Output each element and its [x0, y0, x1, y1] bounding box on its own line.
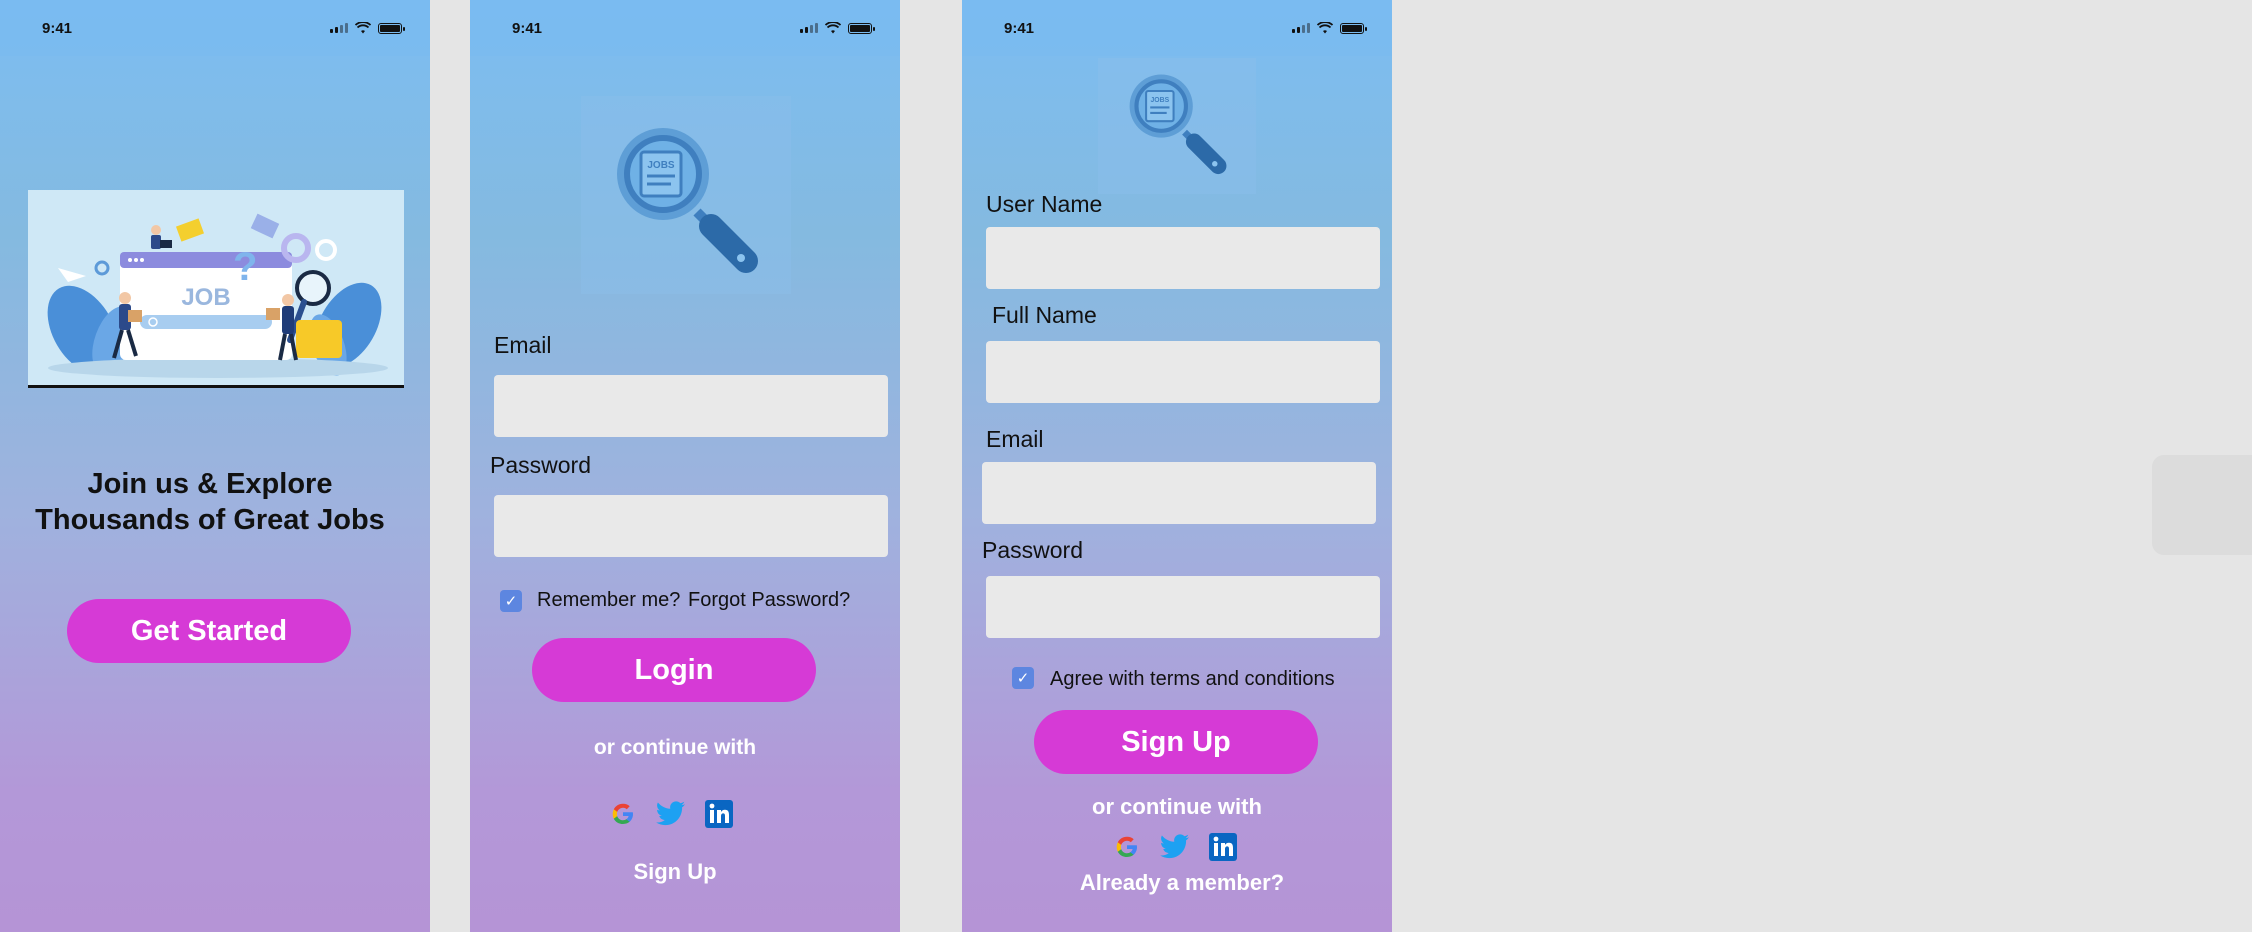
- email-label: Email: [494, 332, 552, 358]
- continue-with-text: or continue with: [1092, 794, 1262, 819]
- wifi-icon: [825, 22, 841, 34]
- google-icon[interactable]: [1112, 832, 1142, 862]
- headline-line-1: Join us & Explore: [87, 468, 333, 500]
- battery-icon: [378, 22, 405, 34]
- hero-illustration: JOB ?: [28, 190, 404, 388]
- headline-line-2: Thousands of Great Jobs: [35, 504, 385, 536]
- svg-text:?: ?: [233, 245, 257, 289]
- social-login-row: [1112, 832, 1238, 862]
- signal-icon: [1292, 23, 1310, 33]
- status-icons: [800, 22, 875, 34]
- get-started-button[interactable]: Get Started: [67, 599, 351, 663]
- status-icons: [1292, 22, 1367, 34]
- username-field[interactable]: [986, 227, 1380, 289]
- status-icons: [330, 22, 405, 34]
- signal-icon: [330, 23, 348, 33]
- status-bar: 9:41: [0, 0, 430, 56]
- battery-icon: [848, 22, 875, 34]
- logo-text: JOBS: [1150, 97, 1169, 104]
- magnifier-icon: JOBS: [617, 128, 758, 273]
- status-time: 9:41: [1004, 19, 1035, 37]
- app-logo: JOBS: [581, 96, 791, 294]
- password-field[interactable]: [986, 576, 1380, 638]
- checkmark-icon: ✓: [504, 593, 518, 610]
- signup-button[interactable]: Sign Up: [1034, 710, 1318, 774]
- password-label: Password: [490, 452, 591, 478]
- agree-checkbox[interactable]: ✓: [1012, 667, 1034, 689]
- email-label: Email: [986, 426, 1044, 452]
- password-label: Password: [982, 537, 1083, 563]
- onboarding-headline: Join us & Explore Thousands of Great Job…: [0, 466, 420, 538]
- remember-label: Remember me?: [537, 589, 681, 611]
- twitter-icon[interactable]: [1160, 832, 1190, 862]
- username-label: User Name: [986, 191, 1103, 217]
- already-member-link[interactable]: Already a member?: [962, 870, 1392, 896]
- magnifier-icon: JOBS: [1129, 74, 1227, 175]
- signal-icon: [800, 23, 818, 33]
- app-logo: JOBS: [1098, 58, 1256, 194]
- onboarding-screen: 9:41 JOB ? Join us & Explore Thousands o…: [0, 0, 430, 932]
- battery-icon: [1340, 22, 1367, 34]
- fullname-field[interactable]: [986, 341, 1380, 403]
- signup-link[interactable]: Sign Up: [470, 859, 880, 885]
- twitter-icon[interactable]: [656, 799, 686, 829]
- linkedin-icon[interactable]: [1208, 832, 1238, 862]
- hero-job-label: JOB: [181, 284, 230, 311]
- logo-text: JOBS: [647, 160, 675, 171]
- password-field[interactable]: [494, 495, 888, 557]
- wifi-icon: [355, 22, 371, 34]
- fullname-label: Full Name: [992, 302, 1097, 328]
- status-time: 9:41: [42, 19, 73, 37]
- status-bar: 9:41: [470, 0, 900, 56]
- canvas-placeholder: [2152, 455, 2252, 555]
- email-field[interactable]: [982, 462, 1376, 524]
- login-screen: 9:41 JOBS Email Password ✓ Remember me? …: [470, 0, 900, 932]
- social-login-row: [608, 799, 734, 829]
- agree-label: Agree with terms and conditions: [1050, 668, 1335, 690]
- email-field[interactable]: [494, 375, 888, 437]
- wifi-icon: [1317, 22, 1333, 34]
- continue-with-text: or continue with: [593, 736, 757, 759]
- login-button[interactable]: Login: [532, 638, 816, 702]
- forgot-password-link[interactable]: Forgot Password?: [688, 589, 850, 612]
- status-bar: 9:41: [962, 0, 1392, 56]
- status-time: 9:41: [512, 19, 543, 37]
- linkedin-icon[interactable]: [704, 799, 734, 829]
- google-icon[interactable]: [608, 799, 638, 829]
- signup-screen: 9:41 JOBS User Name Full Name Email Pass…: [962, 0, 1392, 932]
- remember-checkbox[interactable]: ✓: [500, 590, 522, 612]
- checkmark-icon: ✓: [1016, 670, 1030, 687]
